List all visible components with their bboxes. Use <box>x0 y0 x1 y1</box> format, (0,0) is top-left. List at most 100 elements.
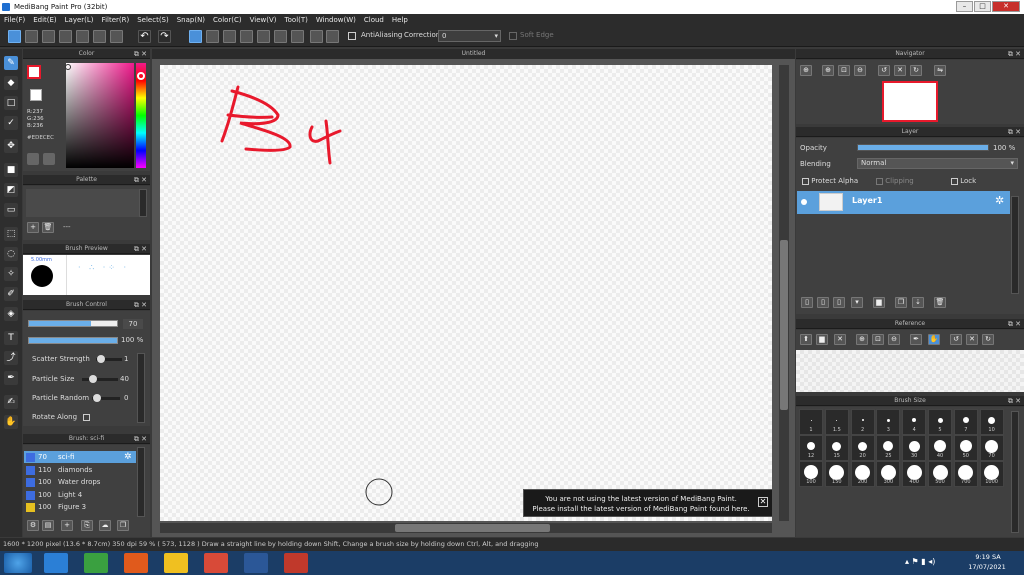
palette-scrollbar[interactable] <box>139 189 147 217</box>
start-button-icon[interactable] <box>4 553 32 573</box>
eraser-tool-icon[interactable]: ◆ <box>4 76 18 90</box>
brush-settings-icon[interactable]: ⚙ <box>27 520 39 531</box>
zoom-actual-icon[interactable]: ⊡ <box>838 65 850 76</box>
brush-list-item[interactable]: 70 sci-fi ✲ <box>24 451 136 463</box>
close-button[interactable]: ✕ <box>992 1 1020 12</box>
brush-control-scrollbar[interactable] <box>137 353 145 423</box>
brush-size-option[interactable]: 25 <box>876 435 901 461</box>
brush-size-option[interactable]: 300 <box>876 461 901 487</box>
menu-filter[interactable]: Filter(R) <box>98 14 134 27</box>
softedge-checkbox[interactable] <box>509 32 517 40</box>
brush-size-option[interactable]: 40 <box>928 435 952 461</box>
fill-tool-icon[interactable]: ◩ <box>4 183 18 197</box>
lock-checkbox[interactable] <box>951 177 958 185</box>
brush-duplicate-icon[interactable]: ❐ <box>117 520 129 531</box>
clock-time[interactable]: 9:19 SA <box>968 553 1008 561</box>
layer-settings-icon[interactable]: ✲ <box>995 194 1004 207</box>
layer-row[interactable]: Layer1 ✲ <box>797 191 1010 214</box>
maximize-button[interactable]: □ <box>974 1 991 12</box>
reference-fit-icon[interactable]: ⊡ <box>872 334 884 345</box>
panel-close-icon[interactable]: ⧉ ✕ <box>134 175 147 185</box>
brush-size-option[interactable]: 20 <box>850 435 875 461</box>
word-icon[interactable] <box>244 553 268 573</box>
move-tool-icon[interactable]: ✥ <box>4 139 18 153</box>
panel-close-icon[interactable]: ⧉ ✕ <box>1008 49 1021 59</box>
reference-rotate-left-icon[interactable]: ↺ <box>950 334 962 345</box>
parallel-snap-icon[interactable] <box>206 30 219 43</box>
rotate-checkbox[interactable] <box>83 413 91 421</box>
pen-tool-icon[interactable]: ✍ <box>4 395 18 409</box>
hand-tool-icon[interactable]: ✋ <box>4 415 18 429</box>
menu-view[interactable]: View(V) <box>246 14 281 27</box>
layer-opacity-slider[interactable] <box>857 144 989 151</box>
cloud-icon[interactable] <box>8 30 21 43</box>
panel-close-icon[interactable]: ⧉ ✕ <box>134 244 147 254</box>
brush-size-option[interactable]: 3 <box>876 409 901 435</box>
new-8bit-layer-icon[interactable]: ▯ <box>833 297 845 308</box>
menu-help[interactable]: Help <box>388 14 412 27</box>
app-green-icon[interactable] <box>84 553 108 573</box>
chrome-icon[interactable] <box>204 553 228 573</box>
lasso-tool-icon[interactable]: ◌ <box>4 247 18 261</box>
vscroll-thumb[interactable] <box>780 240 788 410</box>
brush-size-option[interactable]: 4 <box>902 409 927 435</box>
delete-layer-icon[interactable]: 🗑 <box>934 297 946 308</box>
select-eraser-icon[interactable]: ◈ <box>4 307 18 321</box>
palette-image-icon[interactable] <box>43 153 55 165</box>
brush-size-slider[interactable] <box>28 320 118 327</box>
radial-snap-icon[interactable] <box>257 30 270 43</box>
flip-icon[interactable]: ⇋ <box>934 65 946 76</box>
protect-alpha-option[interactable]: Protect Alpha <box>802 177 858 185</box>
canvas-horizontal-scrollbar[interactable] <box>160 523 772 533</box>
snap-settings-icon[interactable] <box>326 30 339 43</box>
protect-alpha-checkbox[interactable] <box>802 177 809 185</box>
select-pen-icon[interactable]: ✐ <box>4 287 18 301</box>
reference-rotate-right-icon[interactable]: ↻ <box>982 334 994 345</box>
reference-hand-icon[interactable]: ✋ <box>928 334 940 345</box>
menu-cloud[interactable]: Cloud <box>360 14 388 27</box>
clock-date[interactable]: 17/07/2021 <box>962 563 1012 571</box>
brush-tool-icon[interactable]: ✎ <box>4 56 18 70</box>
brush-size-option[interactable]: 400 <box>902 461 927 487</box>
brush-opacity-slider[interactable] <box>28 337 118 344</box>
minimize-button[interactable]: – <box>956 1 973 12</box>
drawing-canvas[interactable] <box>160 65 772 521</box>
correction-select[interactable]: 0 ▾ <box>438 30 501 42</box>
redo-icon[interactable]: ↷ <box>158 30 171 43</box>
panel-close-icon[interactable]: ⧉ ✕ <box>134 49 147 59</box>
brush-size-option[interactable]: 70 <box>979 435 1004 461</box>
reference-close-icon[interactable]: ✕ <box>834 334 846 345</box>
reference-open-icon[interactable]: ▆ <box>816 334 828 345</box>
notification-close-icon[interactable]: ✕ <box>758 497 768 507</box>
brush-size-option[interactable]: 1000 <box>979 461 1004 487</box>
zoom-out-icon[interactable]: ⊖ <box>854 65 866 76</box>
brush-size-option[interactable]: 15 <box>824 435 849 461</box>
undo-icon[interactable]: ↶ <box>138 30 151 43</box>
medibang-icon[interactable] <box>284 553 308 573</box>
reference-canvas[interactable] <box>796 350 1024 392</box>
brush-size-option[interactable]: 50 <box>953 435 978 461</box>
reference-eyedropper-icon[interactable]: ✒ <box>910 334 922 345</box>
reference-zoom-in-icon[interactable]: ⊕ <box>856 334 868 345</box>
layer-menu-icon[interactable]: ▾ <box>851 297 863 308</box>
brush-copy-icon[interactable]: ⎘ <box>81 520 93 531</box>
particle-size-slider[interactable] <box>82 378 118 381</box>
menu-edit[interactable]: Edit(E) <box>29 14 60 27</box>
new-halftone-layer-icon[interactable]: ▯ <box>817 297 829 308</box>
vanishing-point-icon[interactable] <box>240 30 253 43</box>
brush-size-option[interactable]: 500 <box>928 461 952 487</box>
particle-size-knob[interactable] <box>89 375 97 383</box>
layer-scrollbar[interactable] <box>1011 196 1019 294</box>
menu-file[interactable]: File(F) <box>0 14 29 27</box>
scatter-knob[interactable] <box>97 355 105 363</box>
clipping-checkbox[interactable] <box>876 177 883 185</box>
brush-settings-gear-icon[interactable]: ✲ <box>124 451 132 463</box>
navigator-thumbnail[interactable] <box>882 81 938 122</box>
brush-size-option[interactable]: 700 <box>953 461 978 487</box>
ellipse-snap-icon[interactable] <box>310 30 323 43</box>
brush-folder-icon[interactable]: ▤ <box>42 520 54 531</box>
brush-size-option[interactable]: 1.5 <box>824 409 849 435</box>
brush-size-option[interactable]: 100 <box>799 461 823 487</box>
delete-palette-icon[interactable]: 🗑 <box>42 222 54 233</box>
menu-select[interactable]: Select(S) <box>133 14 173 27</box>
